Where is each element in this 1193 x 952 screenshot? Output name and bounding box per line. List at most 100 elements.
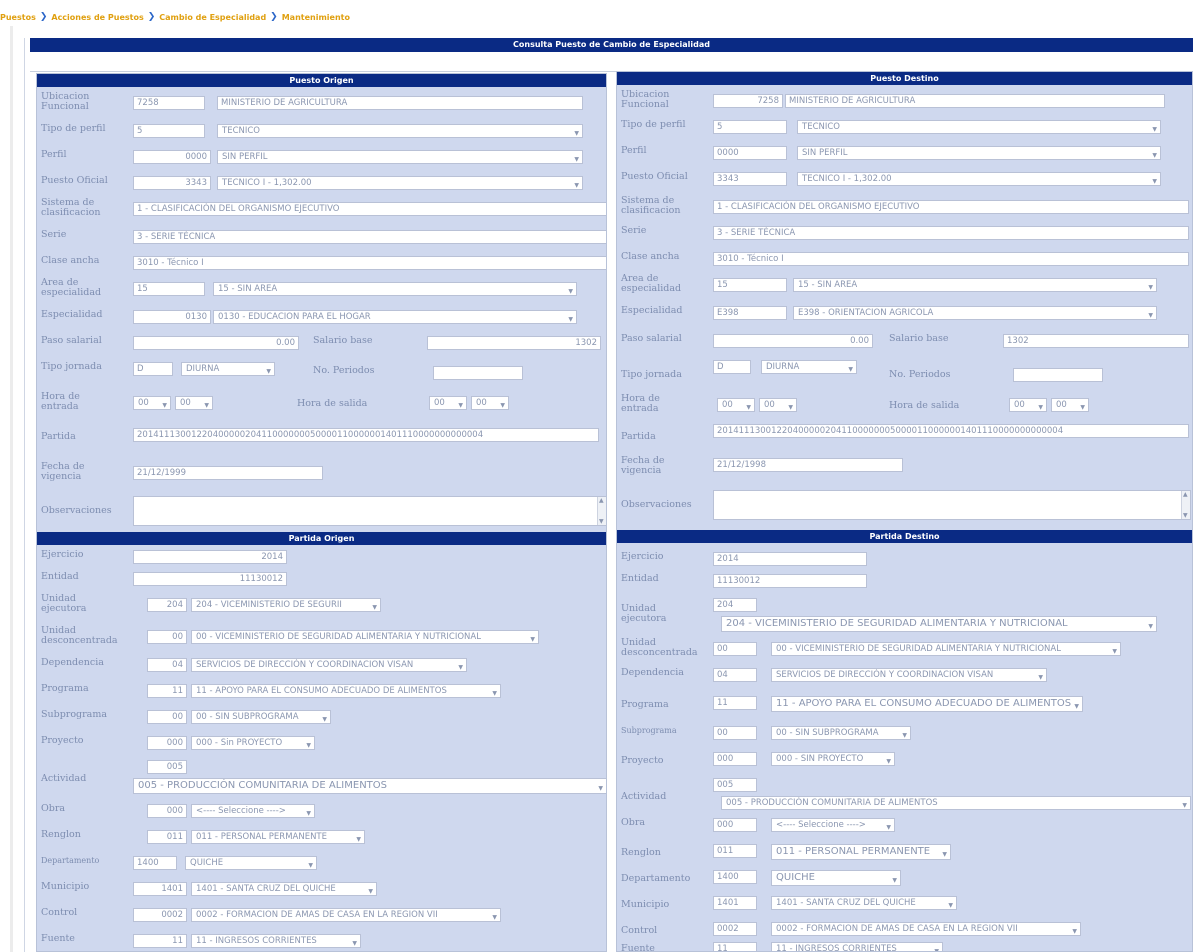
po-depto-code[interactable]: 1400	[133, 856, 177, 870]
destino-serie[interactable]: 3 - SERIE TÉCNICA	[713, 226, 1189, 240]
po-dep-code[interactable]: 04	[147, 658, 187, 672]
destino-salario-base[interactable]: 1302	[1003, 334, 1189, 348]
destino-tipo-perfil-select[interactable]: TECNICO ▼	[797, 120, 1161, 134]
po-obra-code[interactable]: 000	[147, 804, 187, 818]
origen-clase-ancha[interactable]: 3010 - Técnico I	[133, 256, 606, 270]
po-ud-select[interactable]: 00 - VICEMINISTERIO DE SEGURIDAD ALIMENT…	[191, 630, 539, 644]
pd-prog-select[interactable]: 11 - APOYO PARA EL CONSUMO ADECUADO DE A…	[771, 696, 1083, 712]
pd-dep-select[interactable]: SERVICIOS DE DIRECCIÓN Y COORDINACION VI…	[771, 668, 1047, 682]
po-subprog-select[interactable]: 00 - SIN SUBPROGRAMA ▼	[191, 710, 331, 724]
origen-jornada-select[interactable]: DIURNA ▼	[181, 362, 275, 376]
origen-tipo-perfil-select[interactable]: TECNICO ▼	[217, 124, 583, 138]
destino-partida[interactable]: 2014111300122040000020411000000050000110…	[713, 424, 1189, 438]
origen-ubicacion-desc[interactable]: MINISTERIO DE AGRICULTURA	[217, 96, 583, 110]
pd-proy-select[interactable]: 000 - SIN PROYECTO ▼	[771, 752, 895, 766]
pd-ud-code[interactable]: 00	[713, 642, 757, 656]
destino-no-periodos[interactable]	[1013, 368, 1103, 382]
pd-ue-code[interactable]: 204	[713, 598, 757, 612]
destino-ubicacion-code[interactable]: 7258	[713, 94, 783, 108]
po-control-code[interactable]: 0002	[133, 908, 187, 922]
destino-area-code[interactable]: 15	[713, 278, 787, 292]
po-ejercicio[interactable]: 2014	[133, 550, 287, 564]
pd-obra-code[interactable]: 000	[713, 818, 757, 832]
destino-paso-salarial[interactable]: 0.00	[713, 334, 873, 348]
origen-especialidad-select[interactable]: 0130 - EDUCACION PARA EL HOGAR ▼	[213, 310, 577, 324]
pd-control-select[interactable]: 0002 - FORMACION DE AMAS DE CASA EN LA R…	[771, 922, 1081, 936]
origen-jornada-code[interactable]: D	[133, 362, 173, 376]
pd-depto-code[interactable]: 1400	[713, 870, 757, 884]
origen-area-select[interactable]: 15 - SIN AREA ▼	[213, 282, 577, 296]
origen-hora-entrada-h[interactable]: 00 ▼	[133, 396, 171, 410]
destino-clase-ancha[interactable]: 3010 - Técnico I	[713, 252, 1189, 266]
pd-depto-select[interactable]: QUICHE ▼	[771, 870, 901, 886]
po-depto-select[interactable]: QUICHE ▼	[185, 856, 317, 870]
destino-especialidad-select[interactable]: E398 - ORIENTACION AGRICOLA ▼	[793, 306, 1157, 320]
po-renglon-select[interactable]: 011 - PERSONAL PERMANENTE ▼	[191, 830, 365, 844]
pd-act-select[interactable]: 005 - PRODUCCIÓN COMUNITARIA DE ALIMENTO…	[721, 796, 1191, 810]
po-act-select[interactable]: 005 - PRODUCCIÓN COMUNITARIA DE ALIMENTO…	[133, 778, 606, 794]
pd-ue-select[interactable]: 204 - VICEMINISTERIO DE SEGURIDAD ALIMEN…	[721, 616, 1157, 632]
origen-puesto-select[interactable]: TECNICO I - 1,302.00 ▼	[217, 176, 583, 190]
origen-observaciones[interactable]: ▲ ▼	[133, 496, 606, 526]
destino-observaciones[interactable]: ▲ ▼	[713, 490, 1191, 520]
destino-tipo-perfil-code[interactable]: 5	[713, 120, 787, 134]
pd-act-code[interactable]: 005	[713, 778, 757, 792]
po-prog-code[interactable]: 11	[147, 684, 187, 698]
origen-tipo-perfil-code[interactable]: 5	[133, 124, 205, 138]
pd-dep-code[interactable]: 04	[713, 668, 757, 682]
po-muni-code[interactable]: 1401	[133, 882, 187, 896]
origen-hora-salida-m[interactable]: 00 ▼	[471, 396, 509, 410]
destino-jornada-code[interactable]: D	[713, 360, 751, 374]
scrollbar[interactable]: ▲ ▼	[1181, 491, 1190, 519]
po-proy-code[interactable]: 000	[147, 736, 187, 750]
po-obra-select[interactable]: <---- Seleccione ----> ▼	[191, 804, 315, 818]
po-ue-code[interactable]: 204	[147, 598, 187, 612]
origen-perfil-code[interactable]: 0000	[133, 150, 211, 164]
destino-area-select[interactable]: 15 - SIN AREA ▼	[793, 278, 1157, 292]
origen-fecha-vigencia[interactable]: 21/12/1999	[133, 466, 323, 480]
destino-puesto-code[interactable]: 3343	[713, 172, 787, 186]
pd-proy-code[interactable]: 000	[713, 752, 757, 766]
destino-hora-entrada-m[interactable]: 00 ▼	[759, 398, 797, 412]
origen-ubicacion-code[interactable]: 7258	[133, 96, 205, 110]
po-fuente-select[interactable]: 11 - INGRESOS CORRIENTES ▼	[191, 934, 361, 948]
destino-especialidad-code[interactable]: E398	[713, 306, 787, 320]
po-dep-select[interactable]: SERVICIOS DE DIRECCIÓN Y COORDINACION VI…	[191, 658, 467, 672]
po-prog-select[interactable]: 11 - APOYO PARA EL CONSUMO ADECUADO DE A…	[191, 684, 501, 698]
po-entidad[interactable]: 11130012	[133, 572, 287, 586]
pd-renglon-select[interactable]: 011 - PERSONAL PERMANENTE ▼	[771, 844, 951, 860]
pd-subprog-select[interactable]: 00 - SIN SUBPROGRAMA ▼	[771, 726, 911, 740]
pd-obra-select[interactable]: <---- Seleccione ----> ▼	[771, 818, 895, 832]
breadcrumb-item-mantenimiento[interactable]: Mantenimiento	[282, 13, 350, 22]
destino-jornada-select[interactable]: DIURNA ▼	[761, 360, 857, 374]
pd-control-code[interactable]: 0002	[713, 922, 757, 936]
pd-fuente-code[interactable]: 11	[713, 942, 757, 951]
po-act-code[interactable]: 005	[147, 760, 187, 774]
origen-especialidad-code[interactable]: 0130	[133, 310, 211, 324]
scrollbar[interactable]: ▲ ▼	[597, 497, 606, 525]
destino-perfil-select[interactable]: SIN PERFIL ▼	[797, 146, 1161, 160]
destino-sistema[interactable]: 1 - CLASIFICACIÓN DEL ORGANISMO EJECUTIV…	[713, 200, 1189, 214]
breadcrumb-item-puestos[interactable]: Puestos	[0, 13, 36, 22]
po-muni-select[interactable]: 1401 - SANTA CRUZ DEL QUICHE ▼	[191, 882, 377, 896]
pd-ejercicio[interactable]: 2014	[713, 552, 867, 566]
origen-paso-salarial[interactable]: 0.00	[133, 336, 299, 350]
pd-muni-code[interactable]: 1401	[713, 896, 757, 910]
po-ue-select[interactable]: 204 - VICEMINISTERIO DE SEGURII ▼	[191, 598, 381, 612]
origen-hora-salida-h[interactable]: 00 ▼	[429, 396, 467, 410]
destino-hora-salida-m[interactable]: 00 ▼	[1051, 398, 1089, 412]
destino-fecha-vigencia[interactable]: 21/12/1998	[713, 458, 903, 472]
destino-hora-entrada-h[interactable]: 00 ▼	[717, 398, 755, 412]
origen-hora-entrada-m[interactable]: 00 ▼	[175, 396, 213, 410]
breadcrumb-item-acciones[interactable]: Acciones de Puestos	[51, 13, 143, 22]
origen-perfil-select[interactable]: SIN PERFIL ▼	[217, 150, 583, 164]
pd-muni-select[interactable]: 1401 - SANTA CRUZ DEL QUICHE ▼	[771, 896, 957, 910]
origen-sistema[interactable]: 1 - CLASIFICACIÓN DEL ORGANISMO EJECUTIV…	[133, 202, 606, 216]
origen-salario-base[interactable]: 1302	[427, 336, 601, 350]
po-ud-code[interactable]: 00	[147, 630, 187, 644]
origen-partida[interactable]: 2014111300122040000020411000000050000110…	[133, 428, 599, 442]
pd-fuente-select[interactable]: 11 - INGRESOS CORRIENTES ▼	[771, 942, 943, 951]
pd-ud-select[interactable]: 00 - VICEMINISTERIO DE SEGURIDAD ALIMENT…	[771, 642, 1121, 656]
destino-ubicacion-desc[interactable]: MINISTERIO DE AGRICULTURA	[785, 94, 1165, 108]
origen-puesto-code[interactable]: 3343	[133, 176, 211, 190]
